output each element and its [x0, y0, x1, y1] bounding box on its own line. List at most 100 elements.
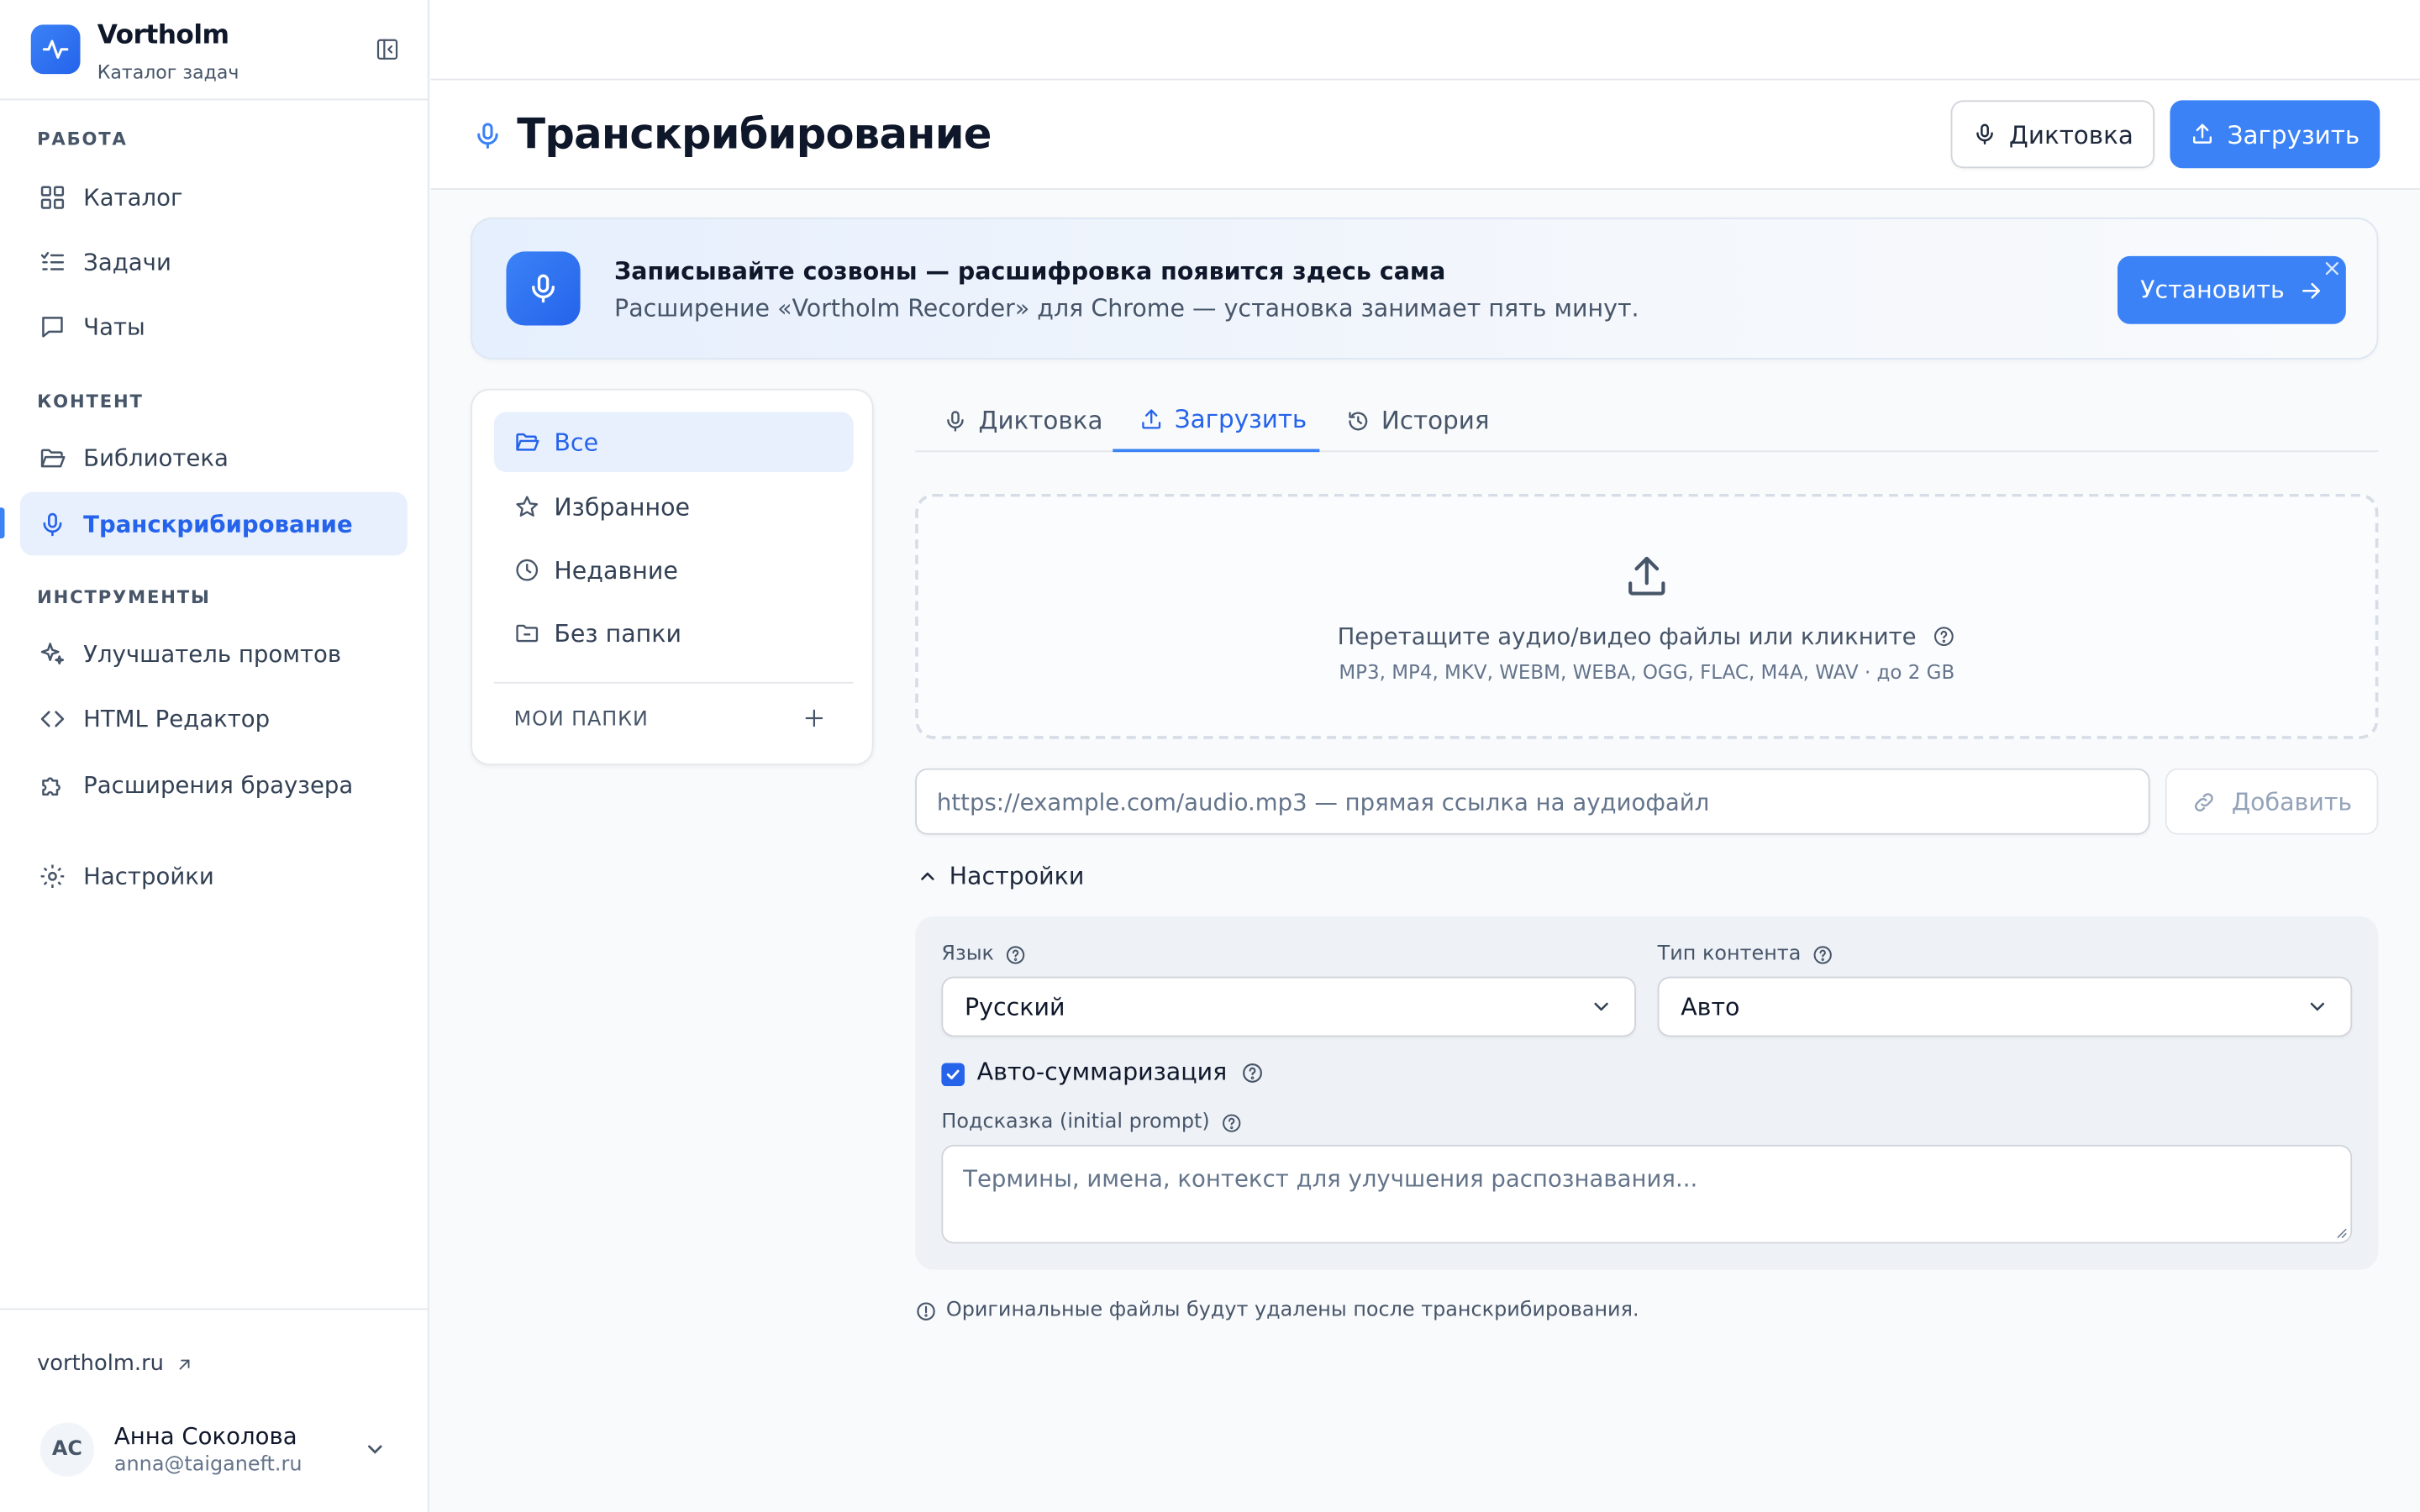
arrow-right-icon — [2302, 282, 2321, 298]
sidebar-item-label: Расширения браузера — [83, 770, 354, 799]
chevron-down-icon — [2310, 1002, 2325, 1011]
content-type-value: Авто — [1681, 992, 1740, 1021]
deletion-note-text: Оригинальные файлы будут удалены после т… — [945, 1299, 1639, 1323]
resize-handle-icon[interactable] — [2335, 1226, 2348, 1239]
tabs: Диктовка Загрузить История — [915, 389, 2379, 453]
clock-icon — [516, 559, 539, 581]
logo-pulse-icon — [30, 24, 81, 75]
auto-summary-checkbox[interactable] — [941, 1063, 965, 1087]
sidebar-footer: vortholm.ru АС Анна Соколова anna@taigan… — [0, 1308, 429, 1512]
folder-open-icon — [37, 442, 68, 473]
install-button[interactable]: Установить — [2118, 255, 2346, 324]
help-icon[interactable] — [1241, 1061, 1265, 1084]
tab-upload[interactable]: Загрузить — [1113, 389, 1320, 453]
app-name: Vortholm — [97, 19, 229, 51]
top-bar — [430, 0, 2420, 81]
sidebar-item-html-editor[interactable]: HTML Редактор — [20, 686, 408, 749]
sidebar-item-label: Каталог — [83, 182, 183, 211]
settings-toggle[interactable]: Настройки — [917, 863, 1084, 890]
site-link-label: vortholm.ru — [37, 1351, 164, 1377]
content-type-label-row: Тип контента — [1658, 942, 1833, 966]
chevron-up-icon — [921, 872, 934, 880]
sidebar-item-prompt-improver[interactable]: Улучшатель промтов — [20, 622, 408, 685]
folder-minus-icon — [516, 624, 539, 643]
page-header: Транскрибирование Диктовка Загрузить — [430, 80, 2420, 190]
language-label-row: Язык — [941, 942, 1026, 966]
help-icon[interactable] — [1005, 943, 1027, 965]
add-url-button[interactable]: Добавить — [2165, 768, 2379, 835]
folder-item-favorites[interactable]: Избранное — [494, 477, 854, 538]
chevron-down-icon[interactable] — [361, 1435, 389, 1462]
auto-summary-label[interactable]: Авто-суммаризация — [977, 1058, 1228, 1086]
help-icon[interactable] — [1933, 625, 1956, 648]
sidebar-item-tasks[interactable]: Задачи — [20, 230, 408, 293]
code-icon — [37, 703, 68, 734]
close-icon[interactable] — [2323, 255, 2341, 276]
section-title-tools: ИНСТРУМЕНТЫ — [37, 585, 211, 608]
puzzle-icon — [37, 769, 68, 801]
sidebar-item-chats[interactable]: Чаты — [20, 295, 408, 358]
sidebar-item-label: Транскрибирование — [83, 510, 353, 538]
plus-icon[interactable] — [802, 706, 827, 731]
extension-banner: Записывайте созвоны — расшифровка появит… — [471, 217, 2379, 360]
tab-history[interactable]: История — [1346, 389, 1490, 452]
language-value: Русский — [964, 992, 1065, 1021]
sidebar-item-catalog[interactable]: Каталог — [20, 165, 408, 228]
sidebar-item-label: Задачи — [83, 247, 171, 276]
folder-item-all[interactable]: Все — [493, 412, 854, 473]
folder-item-label: Все — [554, 428, 599, 456]
divider — [493, 681, 854, 684]
auto-summary-row: Авто-суммаризация — [977, 1058, 1265, 1086]
info-icon — [917, 1301, 935, 1320]
sidebar-item-label: Настройки — [83, 861, 214, 890]
folder-item-label: Недавние — [554, 556, 678, 585]
upload-icon — [1622, 553, 1671, 608]
dictation-button-label: Диктовка — [2008, 119, 2133, 150]
chevron-down-icon — [1594, 1002, 1608, 1011]
tab-label: История — [1381, 406, 1490, 435]
tab-dictation[interactable]: Диктовка — [943, 389, 1102, 452]
list-check-icon — [37, 246, 68, 277]
folder-item-unsorted[interactable]: Без папки — [494, 603, 854, 664]
help-icon[interactable] — [1812, 943, 1833, 965]
gear-icon — [37, 860, 68, 891]
app-root: Vortholm Каталог задач РАБОТА Каталог За… — [0, 0, 2420, 1512]
prompt-label-row: Подсказка (initial prompt) — [941, 1110, 1242, 1134]
grid-icon — [37, 181, 68, 213]
sidebar-item-label: Чаты — [83, 312, 145, 341]
folder-open-icon — [516, 433, 539, 451]
upload-icon — [2193, 123, 2212, 144]
mic-icon — [947, 410, 964, 431]
file-dropzone[interactable]: Перетащите аудио/видео файлы или кликнит… — [915, 493, 2379, 739]
sidebar-item-transcription[interactable]: Транскрибирование — [19, 491, 408, 556]
active-indicator — [0, 507, 5, 539]
brand: Vortholm Каталог задач — [0, 0, 429, 101]
sidebar-collapse-icon[interactable] — [373, 35, 401, 63]
help-icon[interactable] — [1221, 1111, 1243, 1133]
sidebar-item-settings[interactable]: Настройки — [20, 844, 408, 907]
avatar[interactable]: АС — [39, 1422, 95, 1477]
sidebar: Vortholm Каталог задач РАБОТА Каталог За… — [0, 0, 429, 1512]
content-type-select[interactable]: Авто — [1657, 976, 2353, 1037]
initial-prompt-textarea[interactable] — [941, 1144, 2353, 1244]
folder-item-label: Без папки — [554, 619, 682, 648]
sidebar-item-extensions[interactable]: Расширения браузера — [20, 753, 408, 816]
dropzone-text: Перетащите аудио/видео файлы или кликнит… — [1337, 622, 1917, 651]
language-select[interactable]: Русский — [941, 976, 1636, 1037]
star-icon — [516, 496, 539, 517]
folder-item-recent[interactable]: Недавние — [494, 540, 854, 601]
sidebar-item-library[interactable]: Библиотека — [20, 426, 408, 489]
mic-icon — [472, 118, 503, 159]
tab-label: Загрузить — [1174, 404, 1307, 434]
url-input[interactable] — [915, 768, 2150, 835]
site-link[interactable]: vortholm.ru — [37, 1352, 193, 1376]
folders-panel: Все Избранное Недавние Без папки МОИ ПАП… — [471, 388, 874, 766]
add-url-button-label: Добавить — [2231, 787, 2353, 816]
sparkles-icon — [37, 638, 68, 669]
banner-title: Записывайте созвоны — расшифровка появит… — [614, 257, 1446, 286]
upload-button[interactable]: Загрузить — [2170, 100, 2381, 169]
mic-icon — [37, 508, 68, 539]
dictation-button[interactable]: Диктовка — [1950, 100, 2155, 169]
section-title-content: КОНТЕНТ — [37, 390, 144, 412]
user-email: anna@taiganeft.ru — [113, 1453, 302, 1477]
